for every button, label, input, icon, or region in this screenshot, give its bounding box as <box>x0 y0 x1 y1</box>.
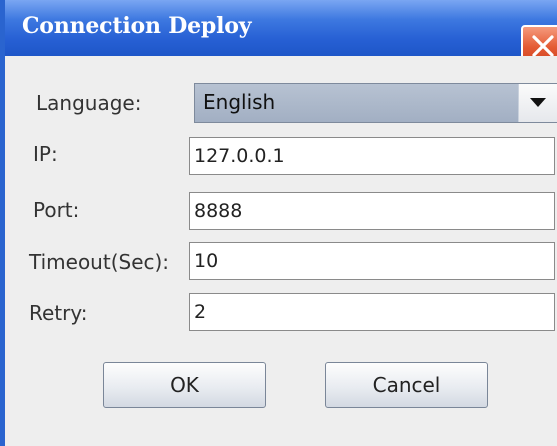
dropdown-button[interactable] <box>518 84 557 122</box>
title-bar[interactable]: Connection Deploy <box>5 0 557 56</box>
dialog-content: Language: English IP: 127.0.0.1 Port: 88… <box>10 56 557 446</box>
ok-button[interactable]: OK <box>103 362 266 408</box>
port-label: Port: <box>33 198 80 222</box>
chevron-down-icon <box>530 98 546 107</box>
close-icon <box>532 35 554 57</box>
language-label: Language: <box>36 91 142 115</box>
language-select[interactable]: English <box>194 83 557 123</box>
retry-field[interactable]: 2 <box>189 293 555 331</box>
retry-label: Retry: <box>29 301 88 325</box>
language-selected-value: English <box>203 90 276 114</box>
cancel-button[interactable]: Cancel <box>325 362 488 408</box>
ip-field[interactable]: 127.0.0.1 <box>189 137 555 175</box>
timeout-label: Timeout(Sec): <box>29 250 170 274</box>
connection-deploy-dialog: Connection Deploy Language: English IP: … <box>0 0 557 446</box>
dialog-title: Connection Deploy <box>22 13 252 39</box>
timeout-field[interactable]: 10 <box>189 242 555 280</box>
port-field[interactable]: 8888 <box>189 192 555 230</box>
ip-label: IP: <box>33 142 58 166</box>
